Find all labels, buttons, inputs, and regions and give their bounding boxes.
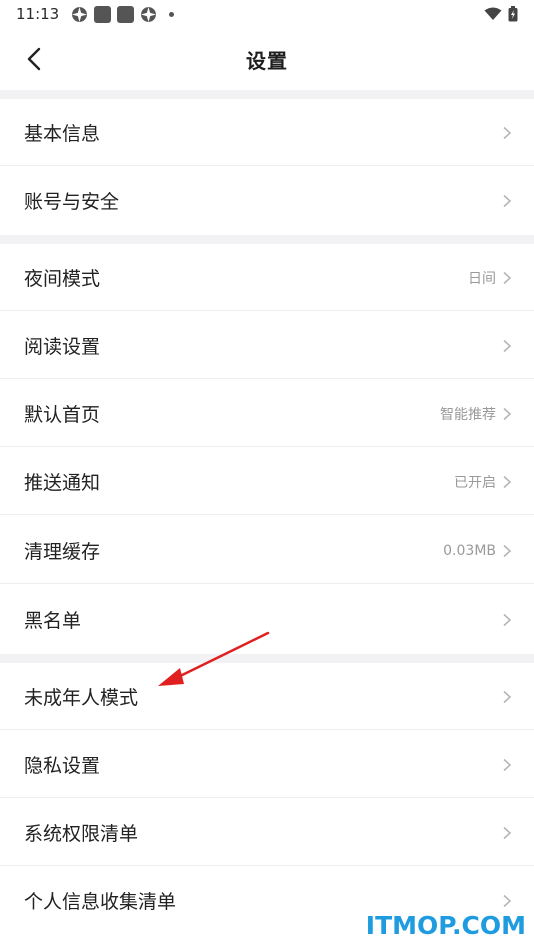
settings-item-label: 黑名单 (24, 610, 82, 632)
settings-item-privacy-settings[interactable]: 隐私设置 (0, 731, 534, 798)
app-notification-icon (117, 5, 135, 23)
page-title: 设置 (246, 48, 288, 73)
settings-item-value: 0.03MB (443, 542, 496, 559)
system-status-icons (484, 6, 518, 22)
settings-item-reading-settings[interactable]: 阅读设置 (0, 312, 534, 379)
settings-item-label: 阅读设置 (24, 336, 101, 358)
back-button[interactable] (18, 42, 50, 76)
chevron-right-icon (503, 544, 512, 557)
settings-item-night-mode[interactable]: 夜间模式 日间 (0, 244, 534, 311)
chevron-right-icon (503, 407, 512, 420)
chevron-left-icon (27, 47, 41, 71)
settings-item-label: 夜间模式 (24, 268, 101, 290)
settings-item-value: 日间 (468, 270, 496, 287)
status-time: 11:13 (16, 5, 60, 23)
settings-item-label: 推送通知 (24, 472, 101, 494)
settings-item-push-notifications[interactable]: 推送通知 已开启 (0, 448, 534, 515)
section-divider (0, 90, 534, 99)
settings-item-label: 账号与安全 (24, 191, 120, 213)
watermark-logo: ITMOP.COM (365, 911, 526, 940)
settings-item-clear-cache[interactable]: 清理缓存 0.03MB (0, 517, 534, 584)
settings-item-label: 默认首页 (24, 404, 101, 426)
chevron-right-icon (503, 894, 512, 907)
settings-item-blacklist[interactable]: 黑名单 (0, 586, 534, 653)
settings-item-default-home[interactable]: 默认首页 智能推荐 (0, 380, 534, 447)
chevron-right-icon (503, 690, 512, 703)
chevron-right-icon (503, 475, 512, 488)
chevron-right-icon (503, 271, 512, 284)
settings-item-minor-mode[interactable]: 未成年人模式 (0, 663, 534, 730)
settings-item-label: 基本信息 (24, 123, 101, 145)
notification-icons (71, 5, 175, 23)
settings-item-system-permissions[interactable]: 系统权限清单 (0, 799, 534, 866)
section-divider (0, 654, 534, 663)
chevron-right-icon (503, 758, 512, 771)
settings-item-basic-info[interactable]: 基本信息 (0, 99, 534, 166)
settings-item-value: 已开启 (454, 474, 496, 491)
chevron-right-icon (503, 126, 512, 139)
chevron-right-icon (503, 826, 512, 839)
chevron-right-icon (503, 613, 512, 626)
settings-item-label: 清理缓存 (24, 541, 101, 563)
nav-bar: 设置 (0, 28, 534, 90)
settings-item-account-security[interactable]: 账号与安全 (0, 167, 534, 234)
app-notification-icon (141, 6, 157, 22)
wifi-icon (484, 7, 502, 20)
settings-item-value: 智能推荐 (440, 406, 496, 423)
settings-item-label: 未成年人模式 (24, 687, 139, 709)
status-bar: 11:13 (0, 0, 534, 28)
chevron-right-icon (503, 339, 512, 352)
app-notification-icon (94, 5, 112, 23)
settings-item-label: 隐私设置 (24, 755, 101, 777)
app-notification-icon (72, 6, 88, 22)
section-divider (0, 235, 534, 244)
battery-charging-icon (508, 6, 518, 22)
settings-item-label: 系统权限清单 (24, 823, 139, 845)
more-notifications-icon (169, 11, 175, 17)
settings-item-label: 个人信息收集清单 (24, 891, 177, 913)
chevron-right-icon (503, 194, 512, 207)
